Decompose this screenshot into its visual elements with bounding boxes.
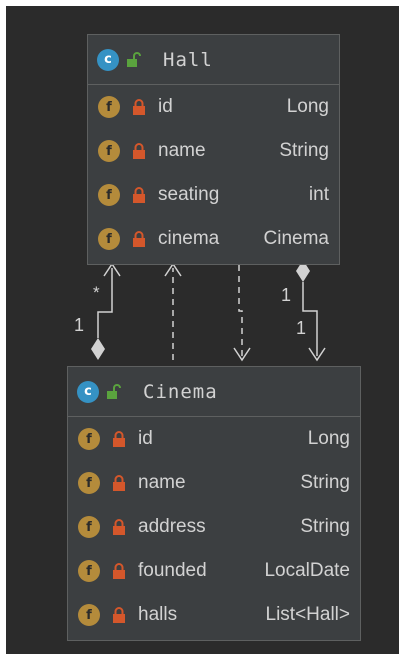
field-type: int bbox=[308, 184, 329, 205]
field-row-address[interactable]: f address String bbox=[68, 505, 360, 549]
lock-icon bbox=[113, 431, 125, 447]
unlocked-icon bbox=[107, 383, 121, 399]
field-row-id[interactable]: f id Long bbox=[68, 417, 360, 461]
field-icon: f bbox=[78, 560, 100, 582]
field-icon: f bbox=[78, 428, 100, 450]
lock-icon bbox=[133, 187, 145, 203]
field-row-cinema[interactable]: f cinema Cinema bbox=[88, 217, 339, 261]
field-icon: f bbox=[78, 472, 100, 494]
class-icon: c bbox=[97, 48, 119, 71]
field-name: halls bbox=[138, 604, 178, 625]
class-header-hall[interactable]: c Hall bbox=[88, 35, 339, 85]
class-box-hall[interactable]: c Hall f id Long f name String f seating… bbox=[87, 34, 340, 265]
lock-icon bbox=[133, 231, 145, 247]
multiplicity-star: * bbox=[93, 283, 100, 302]
field-row-name[interactable]: f name String bbox=[88, 129, 339, 173]
composition-line-cinema-to-hall[interactable] bbox=[97, 268, 113, 338]
field-name: cinema bbox=[158, 228, 220, 249]
field-name: address bbox=[138, 516, 206, 537]
field-name: seating bbox=[158, 184, 220, 205]
field-name: id bbox=[138, 428, 153, 449]
field-type: Cinema bbox=[263, 228, 329, 249]
multiplicity-one-left: 1 bbox=[74, 315, 84, 335]
field-type: Long bbox=[307, 428, 350, 449]
lock-icon bbox=[113, 563, 125, 579]
composition-diamond-cinema bbox=[91, 338, 105, 360]
field-name: name bbox=[138, 472, 186, 493]
field-type: String bbox=[279, 140, 329, 161]
field-icon: f bbox=[98, 184, 120, 206]
unlocked-icon bbox=[127, 51, 141, 67]
field-type: String bbox=[300, 516, 350, 537]
field-icon: f bbox=[98, 228, 120, 250]
class-header-cinema[interactable]: c Cinema bbox=[68, 367, 360, 417]
class-name-cinema: Cinema bbox=[143, 380, 218, 403]
field-type: LocalDate bbox=[264, 560, 350, 581]
field-type: Long bbox=[286, 96, 329, 117]
field-row-seating[interactable]: f seating int bbox=[88, 173, 339, 217]
lock-icon bbox=[113, 607, 125, 623]
class-box-cinema[interactable]: c Cinema f id Long f name String f addre… bbox=[67, 366, 361, 641]
field-icon: f bbox=[98, 140, 120, 162]
field-type: List<Hall> bbox=[265, 604, 351, 625]
lock-icon bbox=[113, 475, 125, 491]
field-type: String bbox=[300, 472, 350, 493]
field-row-name[interactable]: f name String bbox=[68, 461, 360, 505]
dependency-line-hall-to-cinema[interactable] bbox=[238, 265, 243, 356]
lock-icon bbox=[113, 519, 125, 535]
field-icon: f bbox=[98, 96, 120, 118]
field-name: id bbox=[158, 96, 173, 117]
field-icon: f bbox=[78, 516, 100, 538]
diagram-canvas: * 1 1 1 c Hall f id Long f name String f… bbox=[6, 6, 399, 654]
lock-icon bbox=[133, 143, 145, 159]
field-icon: f bbox=[78, 604, 100, 626]
field-row-founded[interactable]: f founded LocalDate bbox=[68, 549, 360, 593]
field-row-id[interactable]: f id Long bbox=[88, 85, 339, 129]
field-row-halls[interactable]: f halls List<Hall> bbox=[68, 593, 360, 637]
class-name-hall: Hall bbox=[163, 48, 213, 71]
multiplicity-one-right-bottom: 1 bbox=[296, 318, 306, 338]
class-icon: c bbox=[77, 380, 99, 403]
field-name: name bbox=[158, 140, 206, 161]
multiplicity-one-right-top: 1 bbox=[281, 285, 291, 305]
field-name: founded bbox=[138, 560, 207, 581]
lock-icon bbox=[133, 99, 145, 115]
